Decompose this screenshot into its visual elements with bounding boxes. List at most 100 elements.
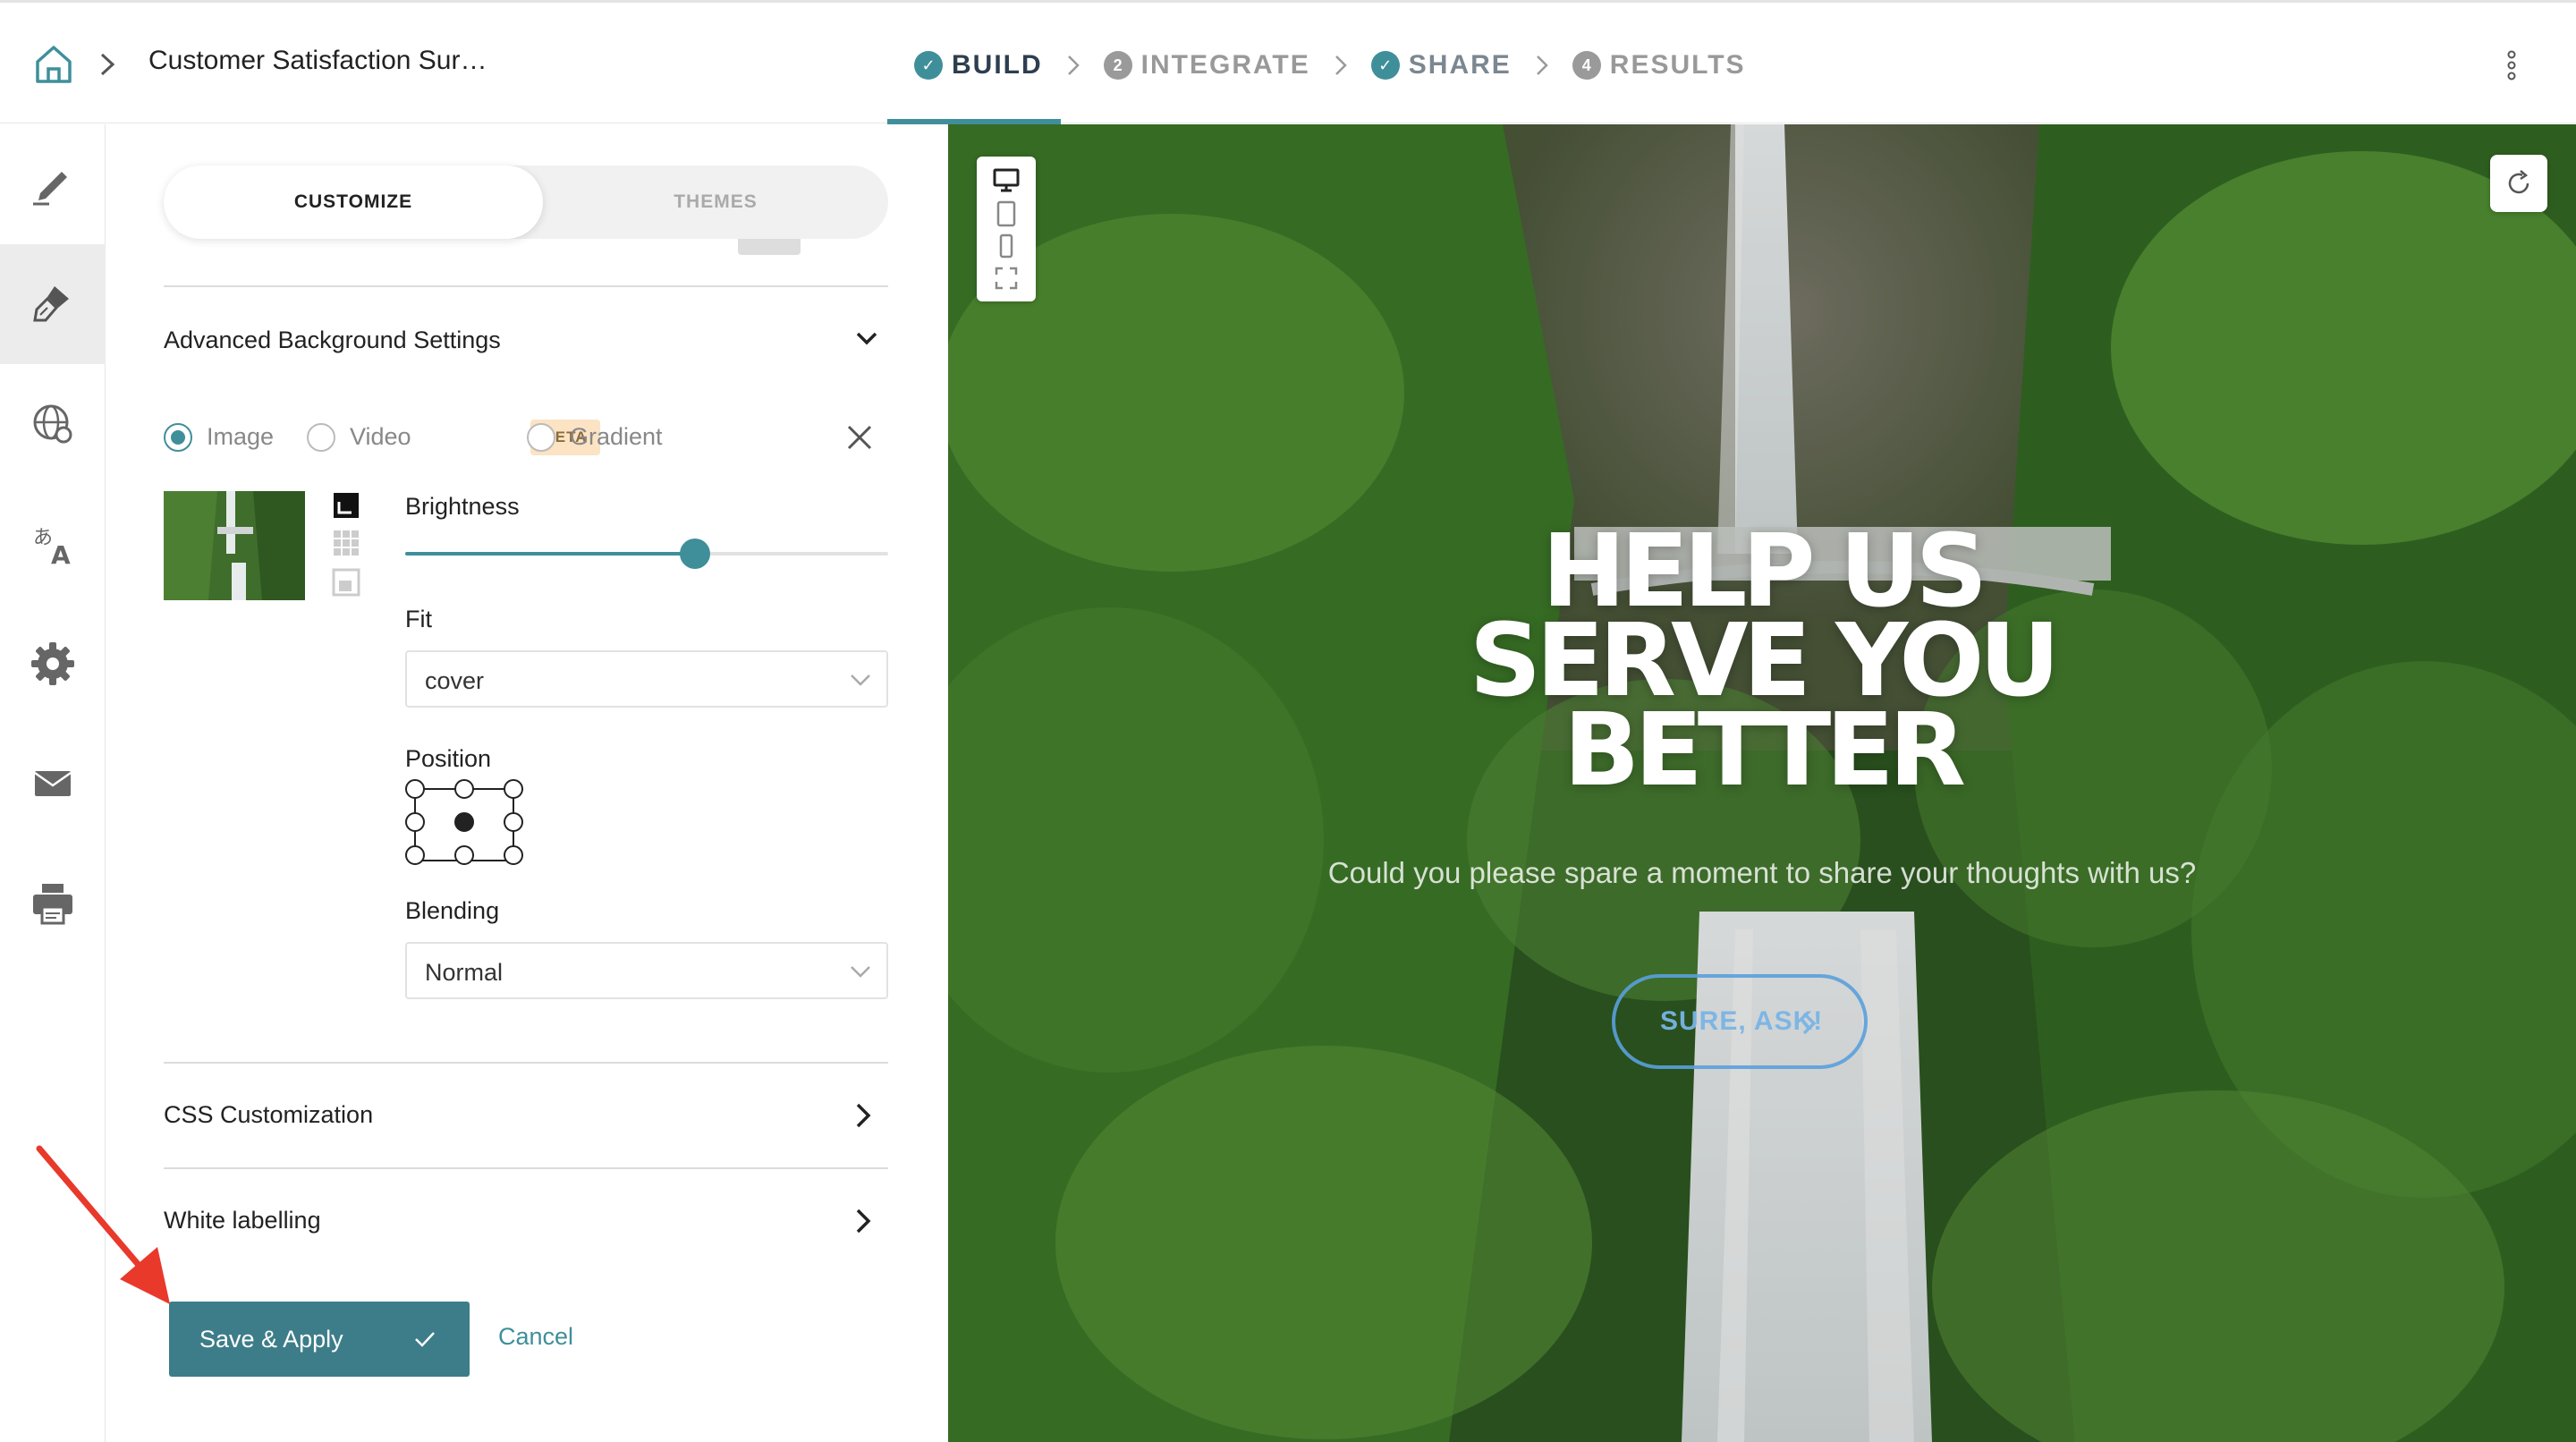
step-share-label: SHARE	[1408, 50, 1512, 80]
position-middle-left[interactable]	[405, 812, 425, 832]
position-bottom-left[interactable]	[405, 845, 425, 865]
tile-icon[interactable]	[332, 529, 360, 557]
position-center[interactable]	[454, 812, 474, 832]
tab-customize[interactable]: CUSTOMIZE	[164, 165, 543, 239]
customize-panel: CUSTOMIZE THEMES Advanced Background Set…	[106, 124, 947, 1442]
radio-image[interactable]	[164, 423, 192, 452]
chevron-right-icon[interactable]	[847, 1099, 879, 1132]
position-top-center[interactable]	[454, 779, 474, 799]
step-integrate[interactable]: 2 INTEGRATE	[1103, 44, 1310, 87]
sidebar-item-settings[interactable]	[0, 604, 106, 724]
section-divider	[164, 1167, 888, 1169]
start-survey-button[interactable]: SURE, ASK!	[1612, 974, 1868, 1069]
step-number-badge: 2	[1103, 51, 1132, 80]
brightness-label: Brightness	[405, 493, 520, 520]
sidebar-item-design[interactable]	[0, 244, 106, 364]
refresh-icon	[2508, 170, 2529, 194]
advanced-background-title[interactable]: Advanced Background Settings	[164, 327, 501, 354]
survey-welcome-subtitle: Could you please spare a moment to share…	[1327, 856, 2197, 889]
tab-themes[interactable]: THEMES	[543, 165, 888, 239]
survey-welcome-title: HELP US SERVE YOU BETTER	[948, 522, 2576, 809]
position-top-left[interactable]	[405, 779, 425, 799]
save-apply-label: Save & Apply	[199, 1325, 343, 1353]
background-image-thumbnail[interactable]	[164, 491, 305, 600]
gear-icon	[31, 642, 74, 685]
svg-text:あ: あ	[33, 527, 53, 549]
survey-title[interactable]: Customer Satisfaction Sur…	[148, 46, 487, 76]
brightness-slider-handle[interactable]	[680, 539, 710, 569]
css-customization-title[interactable]: CSS Customization	[164, 1101, 373, 1129]
chevron-right-icon	[1802, 1012, 1817, 1035]
workflow-steps: ✓ BUILD 2 INTEGRATE ✓ SHARE 4 RESULTS	[914, 44, 1746, 87]
desktop-view-icon[interactable]	[992, 165, 1021, 194]
sidebar-item-language-sites[interactable]	[0, 364, 106, 484]
paint-brush-icon	[33, 286, 69, 322]
pencil-icon	[33, 172, 67, 206]
refresh-preview-button[interactable]	[2490, 155, 2547, 212]
step-results[interactable]: 4 RESULTS	[1572, 44, 1746, 87]
sidebar-item-email[interactable]	[0, 724, 106, 844]
fit-select-value: cover	[425, 667, 485, 694]
mobile-view-icon[interactable]	[992, 232, 1021, 260]
device-preview-toolbar	[977, 157, 1036, 301]
fullscreen-icon[interactable]	[992, 264, 1021, 293]
radio-video[interactable]	[307, 423, 335, 452]
breadcrumb-chevron-icon	[100, 53, 115, 76]
position-middle-right[interactable]	[504, 812, 523, 832]
step-chevron-icon	[1335, 55, 1347, 75]
survey-title-line: BETTER	[1563, 692, 1966, 809]
fit-label: Fit	[405, 606, 432, 632]
step-build[interactable]: ✓ BUILD	[914, 44, 1043, 87]
radio-video-label: Video	[350, 423, 411, 450]
blending-label: Blending	[405, 897, 500, 924]
chevron-right-icon[interactable]	[847, 1205, 879, 1237]
envelope-icon	[34, 771, 72, 796]
checkmark-icon	[415, 1332, 435, 1347]
sidebar-item-print[interactable]	[0, 844, 106, 963]
section-divider	[164, 1062, 888, 1064]
cancel-button[interactable]: Cancel	[498, 1323, 573, 1351]
radio-gradient-label: Gradient	[570, 423, 663, 450]
crop-icon[interactable]	[332, 491, 360, 520]
waterfall-thumbnail-image	[164, 491, 305, 600]
fit-icon[interactable]	[332, 568, 360, 597]
build-check-icon: ✓	[914, 51, 943, 80]
sidebar-item-translation[interactable]: あ A	[0, 484, 106, 604]
step-share[interactable]: ✓ SHARE	[1370, 44, 1512, 87]
close-icon[interactable]	[842, 420, 877, 455]
save-apply-button[interactable]: Save & Apply	[169, 1302, 470, 1377]
printer-icon	[33, 884, 72, 925]
position-top-right[interactable]	[504, 779, 523, 799]
blending-select[interactable]: Normal	[405, 942, 888, 999]
fit-select[interactable]: cover	[405, 650, 888, 708]
more-options-icon[interactable]	[2501, 47, 2522, 83]
share-check-icon: ✓	[1370, 51, 1400, 80]
step-chevron-icon	[1067, 55, 1080, 75]
tablet-view-icon[interactable]	[992, 199, 1021, 228]
chevron-down-icon	[851, 674, 870, 686]
white-labelling-title[interactable]: White labelling	[164, 1207, 321, 1234]
position-bottom-center[interactable]	[454, 845, 474, 865]
position-bottom-right[interactable]	[504, 845, 523, 865]
step-chevron-icon	[1536, 55, 1548, 75]
chevron-down-icon	[851, 966, 870, 978]
radio-gradient[interactable]	[527, 423, 555, 452]
translate-icon: あ A	[33, 527, 71, 569]
brightness-slider[interactable]	[405, 539, 888, 569]
active-step-underline	[887, 119, 1061, 124]
home-icon[interactable]	[32, 42, 75, 85]
svg-text:A: A	[51, 540, 71, 569]
step-results-label: RESULTS	[1609, 50, 1746, 80]
sidebar-item-edit[interactable]	[0, 124, 106, 244]
position-grid	[405, 779, 527, 870]
section-divider	[164, 285, 888, 287]
step-number-badge: 4	[1572, 51, 1601, 80]
left-sidebar: あ A	[0, 124, 106, 1442]
step-integrate-label: INTEGRATE	[1140, 50, 1310, 80]
start-survey-label: SURE, ASK!	[1660, 1006, 1824, 1036]
position-label: Position	[405, 745, 492, 772]
radio-image-label: Image	[207, 423, 275, 450]
survey-preview: HELP US SERVE YOU BETTER Could you pleas…	[948, 124, 2576, 1442]
chevron-down-icon[interactable]	[851, 323, 883, 355]
brightness-slider-fill	[405, 552, 695, 556]
